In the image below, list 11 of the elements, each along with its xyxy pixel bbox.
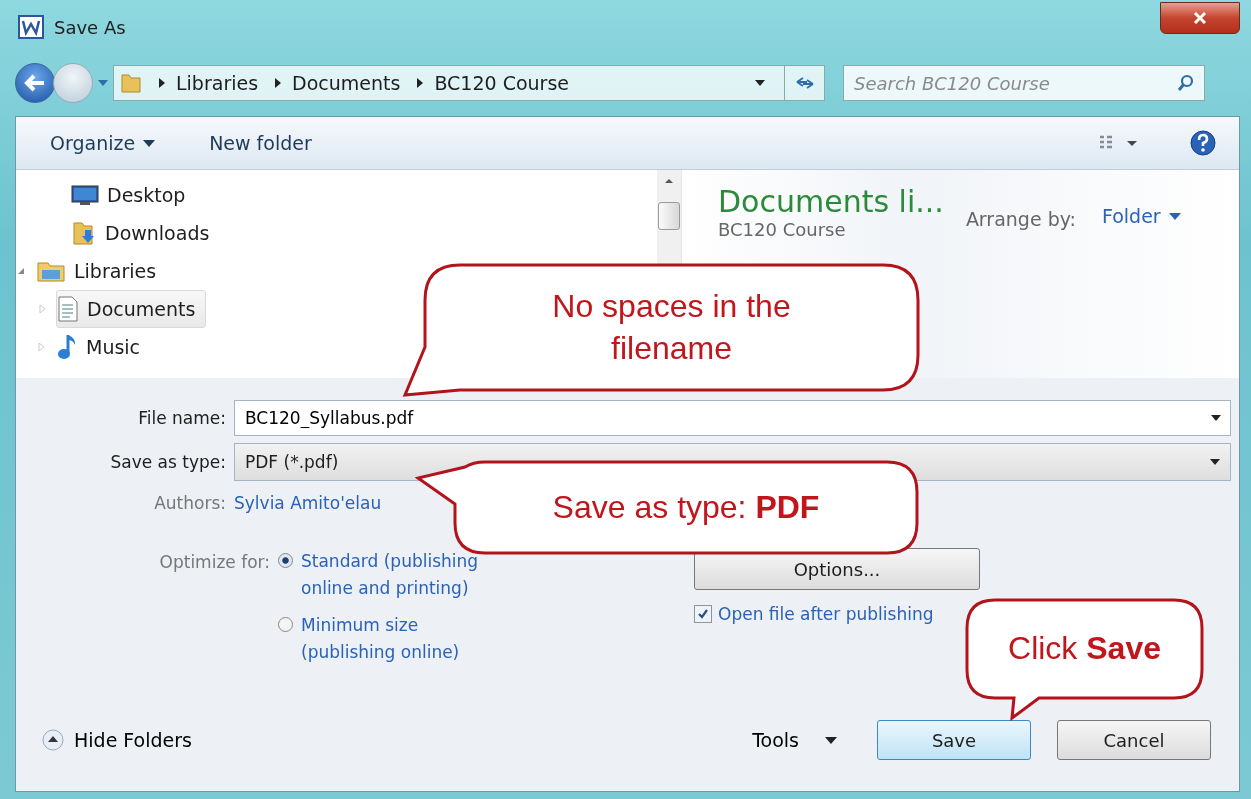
authors-label: Authors: [153,493,227,513]
save-as-type-label: Save as type: [109,452,227,472]
optimize-for-label: Optimize for: [158,551,271,574]
window-title: Save As [54,16,126,38]
arrange-by-label: Arrange by: [965,208,1076,230]
callout-text: Save as type: PDF [552,487,820,527]
callout-text: Click Save [1008,629,1161,669]
library-subtitle: BC120 Course [718,219,847,240]
callout-text: No spaces in the filename [551,286,792,368]
file-name-label: File name: [137,408,227,428]
library-title: Documents li... [718,184,944,219]
